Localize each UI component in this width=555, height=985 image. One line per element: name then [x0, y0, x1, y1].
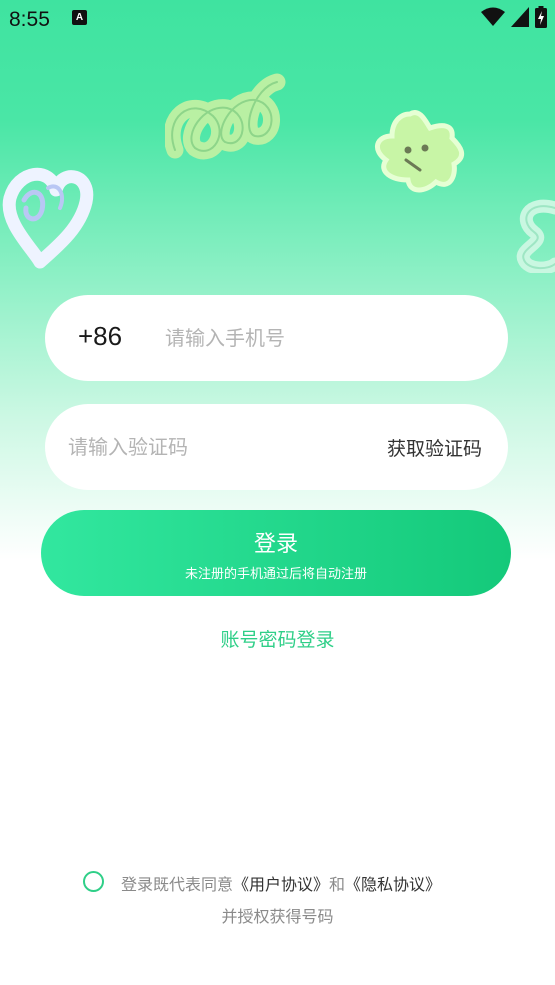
phone-input[interactable] [165, 323, 485, 353]
phone-field-card: +86 [45, 295, 508, 381]
country-code[interactable]: +86 [78, 321, 122, 352]
agreement-and: 和 [329, 875, 346, 894]
agree-checkbox[interactable] [83, 871, 104, 892]
status-bar: 8:55 A [0, 0, 555, 40]
login-button[interactable]: 登录 未注册的手机通过后将自动注册 [41, 510, 511, 596]
privacy-agreement-link[interactable]: 《隐私协议》 [345, 875, 441, 894]
password-login-link[interactable]: 账号密码登录 [0, 625, 555, 652]
battery-charging-icon [535, 6, 547, 28]
agreement-line-2: 并授权获得号码 [221, 907, 334, 926]
login-button-sublabel: 未注册的手机通过后将自动注册 [184, 567, 367, 582]
agreement-line-1: 登录既代表同意《用户协议》和《隐私协议》 [121, 871, 441, 895]
login-button-label: 登录 [253, 532, 298, 557]
user-agreement-link[interactable]: 《用户协议》 [233, 875, 329, 894]
heart-doodle [2, 167, 94, 269]
swirl-doodle [516, 199, 555, 273]
status-icons [481, 6, 547, 28]
cell-signal-icon [511, 7, 529, 27]
squiggle-doodle [165, 73, 286, 160]
code-field-card: 获取验证码 [45, 404, 508, 490]
status-time: 8:55 [9, 8, 50, 31]
star-face-doodle [375, 110, 465, 193]
agreement-prefix: 登录既代表同意 [121, 875, 234, 894]
notification-icon: A [72, 10, 87, 25]
get-code-button[interactable]: 获取验证码 [387, 434, 482, 461]
verification-code-input[interactable] [68, 432, 368, 462]
wifi-icon [481, 7, 505, 26]
